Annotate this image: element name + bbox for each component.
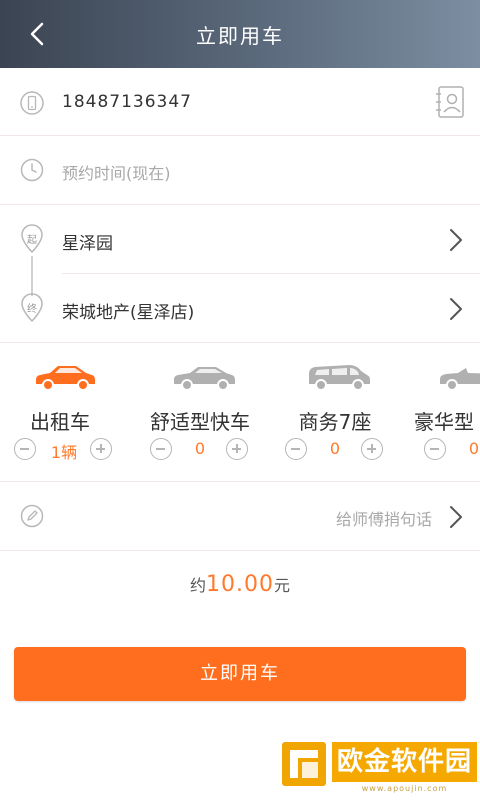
car-type-name: 商务7座 (298, 410, 372, 434)
phone-icon (20, 91, 44, 115)
price-prefix: 约 (189, 576, 206, 595)
quantity-stepper: 0 (150, 438, 250, 462)
divider (0, 550, 480, 551)
taxi-car-icon (36, 366, 95, 391)
car-type-name: 舒适型快车 (150, 410, 250, 434)
chevron-right-icon[interactable] (448, 296, 464, 322)
quantity-value: 0 (194, 439, 206, 458)
minivan-icon (309, 365, 370, 391)
submit-button[interactable]: 立即用车 (14, 647, 466, 701)
increment-button[interactable] (226, 438, 248, 460)
pencil-icon (20, 504, 44, 528)
start-badge: 起 (27, 235, 37, 246)
message-placeholder[interactable]: 给师傅捎句话 (336, 506, 432, 530)
page-title: 立即用车 (196, 24, 284, 48)
sedan-car-icon (174, 367, 235, 391)
divider (0, 342, 480, 343)
end-badge: 终 (27, 304, 37, 315)
watermark-logo-icon (282, 742, 326, 786)
price-estimate: 约10.00元 (0, 572, 480, 597)
decrement-button[interactable] (14, 438, 36, 460)
convertible-car-icon (440, 368, 480, 391)
time-placeholder[interactable]: 预约时间(现在) (62, 160, 171, 184)
car-type-luxury[interactable]: 豪华型 0 (410, 362, 480, 472)
car-type-name: 出租车 (30, 410, 90, 434)
start-location[interactable]: 星泽园 (62, 229, 113, 254)
contact-card-icon[interactable] (435, 85, 467, 119)
clock-icon (20, 158, 44, 182)
car-type-taxi[interactable]: 出租车 1辆 (0, 362, 120, 472)
end-location-row[interactable]: 终 荣城地产(星泽店) (0, 274, 480, 342)
quantity-value: 1辆 (50, 443, 78, 462)
message-row[interactable]: 给师傅捎句话 (0, 482, 480, 550)
car-type-name: 豪华型 (414, 410, 474, 434)
chevron-right-icon[interactable] (448, 504, 464, 530)
quantity-stepper: 0 (285, 438, 385, 462)
price-suffix: 元 (273, 576, 290, 595)
phone-row[interactable]: 18487136347 (0, 68, 480, 136)
watermark-url: www.apoujin.com (361, 784, 448, 793)
phone-number[interactable]: 18487136347 (62, 92, 192, 112)
watermark: 欧金软件园 www.apoujin.com (282, 742, 480, 800)
price-amount: 10.00 (206, 572, 274, 597)
decrement-button[interactable] (150, 438, 172, 460)
quantity-value: 0 (468, 439, 480, 458)
chevron-right-icon[interactable] (448, 227, 464, 253)
app-header: 立即用车 (0, 0, 480, 68)
quantity-value: 0 (329, 439, 341, 458)
car-type-business[interactable]: 商务7座 0 (275, 362, 395, 472)
quantity-stepper: 1辆 (14, 438, 114, 462)
car-type-comfort[interactable]: 舒适型快车 0 (140, 362, 260, 472)
decrement-button[interactable] (424, 438, 446, 460)
start-location-row[interactable]: 起 星泽园 (0, 205, 480, 273)
quantity-stepper: 0 (424, 438, 480, 462)
increment-button[interactable] (90, 438, 112, 460)
decrement-button[interactable] (285, 438, 307, 460)
time-row[interactable]: 预约时间(现在) (0, 136, 480, 204)
increment-button[interactable] (361, 438, 383, 460)
watermark-brand: 欧金软件园 (332, 742, 477, 782)
end-location[interactable]: 荣城地产(星泽店) (62, 298, 194, 323)
